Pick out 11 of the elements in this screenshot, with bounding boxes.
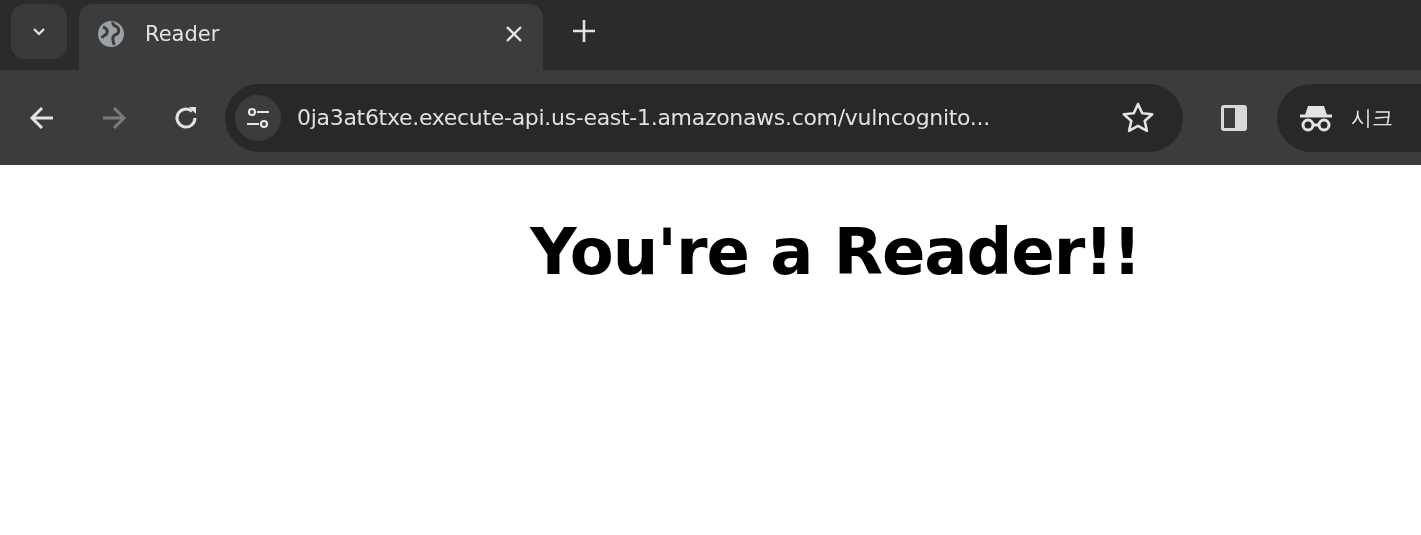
- page-heading: You're a Reader!!: [530, 215, 1141, 289]
- star-icon[interactable]: [1121, 100, 1155, 135]
- tab-title: Reader: [145, 22, 221, 46]
- url-text: 0ja3at6txe.execute-api.us-east-1.amazonaws.com/vulncognito...: [297, 105, 991, 130]
- side-panel-icon[interactable]: [1219, 102, 1249, 133]
- site-info-button[interactable]: [235, 94, 281, 141]
- incognito-badge[interactable]: 시크: [1277, 83, 1421, 152]
- new-tab-icon[interactable]: [571, 18, 597, 44]
- address-bar[interactable]: 0ja3at6txe.execute-api.us-east-1.amazonaws.com/vulncognito...: [225, 83, 1183, 152]
- browser-tab[interactable]: Reader: [79, 4, 543, 70]
- globe-icon: [97, 20, 125, 48]
